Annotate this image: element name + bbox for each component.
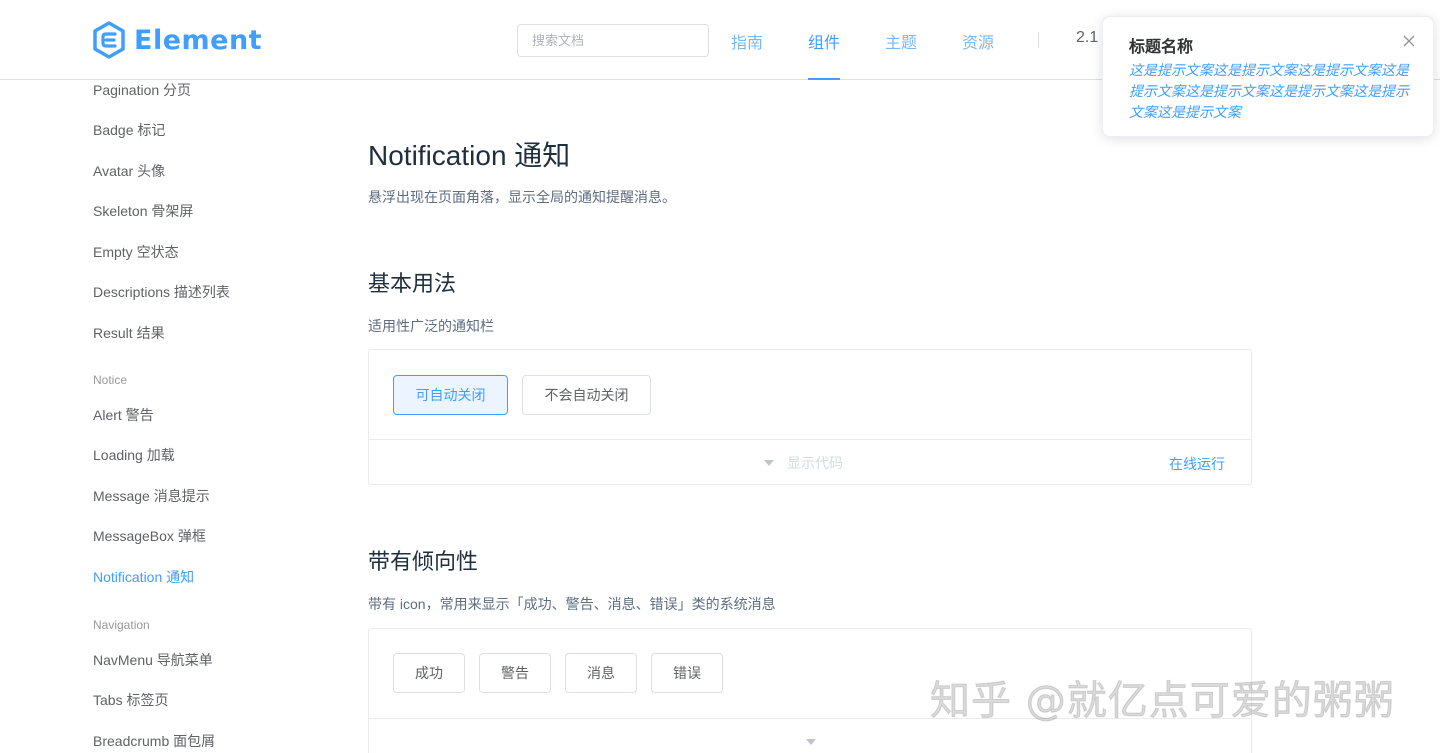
sidebar-item-message[interactable]: Message 消息提示 xyxy=(93,486,210,506)
sidebar-item-pagination[interactable]: Pagination 分页 xyxy=(93,80,191,100)
sidebar-item-empty[interactable]: Empty 空状态 xyxy=(93,242,179,262)
nav-resources[interactable]: 资源 xyxy=(962,29,994,53)
run-online-link[interactable]: 在线运行 xyxy=(1169,454,1225,474)
sidebar-item-messagebox[interactable]: MessageBox 弹框 xyxy=(93,526,206,546)
sidebar-item-badge[interactable]: Badge 标记 xyxy=(93,120,165,140)
sidebar-item-navmenu[interactable]: NavMenu 导航菜单 xyxy=(93,650,213,670)
version-selector[interactable]: 2.1 xyxy=(1076,29,1098,47)
nav-divider xyxy=(1038,32,1039,48)
section-desc-type: 带有 icon，常用来显示「成功、警告、消息、错误」类的系统消息 xyxy=(368,596,776,612)
sidebar-item-alert[interactable]: Alert 警告 xyxy=(93,405,154,425)
nav-components[interactable]: 组件 xyxy=(808,29,840,53)
demo-source: 可自动关闭 不会自动关闭 xyxy=(369,350,1251,440)
sidebar-item-skeleton[interactable]: Skeleton 骨架屏 xyxy=(93,201,193,221)
sidebar-item-result[interactable]: Result 结果 xyxy=(93,323,165,343)
no-auto-close-button[interactable]: 不会自动关闭 xyxy=(522,375,651,415)
auto-close-button[interactable]: 可自动关闭 xyxy=(393,375,508,415)
sidebar-group-navigation: Navigation xyxy=(93,618,150,632)
caret-down-icon xyxy=(806,739,816,745)
page-subtitle: 悬浮出现在页面角落，显示全局的通知提醒消息。 xyxy=(368,189,676,205)
warning-button[interactable]: 警告 xyxy=(479,653,551,693)
sidebar-item-notification[interactable]: Notification 通知 xyxy=(93,567,194,587)
sidebar-item-avatar[interactable]: Avatar 头像 xyxy=(93,161,165,181)
nav-guide[interactable]: 指南 xyxy=(731,29,763,53)
error-button[interactable]: 错误 xyxy=(651,653,723,693)
show-code-label: 显示代码 xyxy=(787,455,843,471)
page-title: Notification 通知 xyxy=(368,140,571,171)
sidebar: Pagination 分页 Badge 标记 Avatar 头像 Skeleto… xyxy=(0,80,300,753)
logo-text: Element xyxy=(134,24,263,56)
watermark: 知乎 @就亿点可爱的粥粥 xyxy=(930,678,1395,725)
demo-control[interactable]: 显示代码 在线运行 xyxy=(369,440,1251,484)
success-button[interactable]: 成功 xyxy=(393,653,465,693)
section-desc-basic: 适用性广泛的通知栏 xyxy=(368,318,494,334)
sidebar-group-notice: Notice xyxy=(93,373,128,387)
element-logo[interactable]: Element xyxy=(92,20,262,60)
notification-popup: 标题名称 这是提示文案这是提示文案这是提示文案这是提示文案这是提示文案这是提示文… xyxy=(1102,16,1434,137)
demo-block-basic: 可自动关闭 不会自动关闭 显示代码 在线运行 xyxy=(368,349,1252,485)
sidebar-item-descriptions[interactable]: Descriptions 描述列表 xyxy=(93,282,230,302)
search-input[interactable] xyxy=(517,24,709,57)
sidebar-item-breadcrumb[interactable]: Breadcrumb 面包屑 xyxy=(93,731,215,751)
notification-title: 标题名称 xyxy=(1129,39,1194,56)
element-logo-icon xyxy=(93,21,125,59)
caret-down-icon xyxy=(764,460,774,466)
info-button[interactable]: 消息 xyxy=(565,653,637,693)
section-heading-basic: 基本用法 xyxy=(368,271,457,296)
notification-message: 这是提示文案这是提示文案这是提示文案这是提示文案这是提示文案这是提示文案这是提示… xyxy=(1129,62,1409,120)
sidebar-item-tabs[interactable]: Tabs 标签页 xyxy=(93,690,168,710)
sidebar-item-loading[interactable]: Loading 加载 xyxy=(93,445,175,465)
nav-theme[interactable]: 主题 xyxy=(885,29,917,53)
close-icon[interactable] xyxy=(1401,35,1417,51)
nav-active-indicator xyxy=(808,78,840,80)
section-heading-type: 带有倾向性 xyxy=(368,549,479,574)
